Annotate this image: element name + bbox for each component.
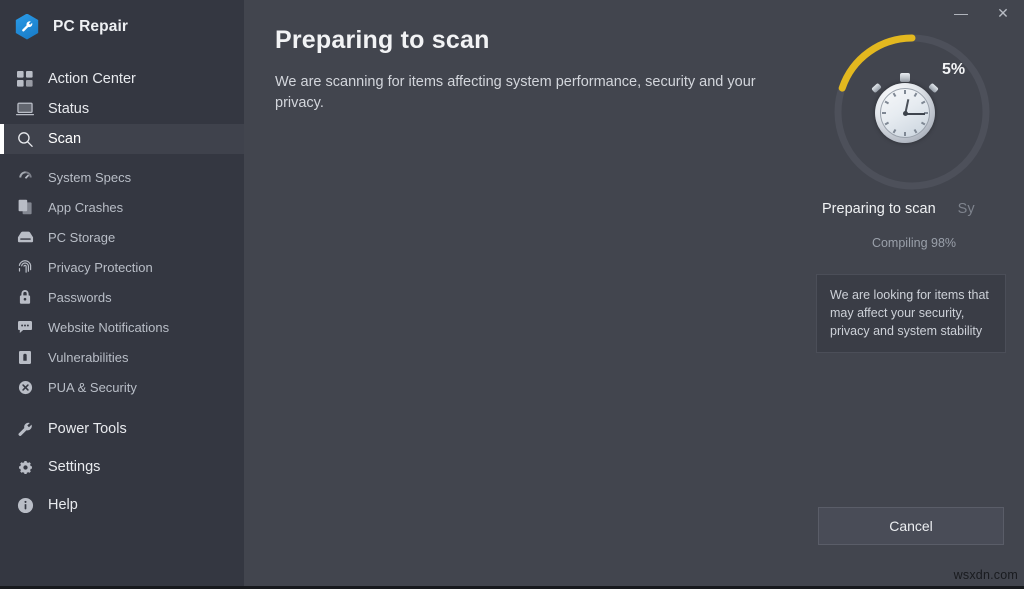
scan-progress: 5% [820, 22, 1008, 202]
scan-status-current: Preparing to scan [822, 201, 936, 217]
sidebar-item-label: Passwords [48, 289, 112, 305]
cancel-button[interactable]: Cancel [818, 507, 1004, 545]
wrench-glyph-icon [14, 14, 40, 40]
grid-squares-icon [14, 71, 36, 87]
page-title: Preparing to scan [275, 26, 490, 54]
stopwatch-crown [900, 73, 910, 82]
sidebar-item-label: Help [48, 497, 78, 513]
sidebar-item-pua-security[interactable]: PUA & Security [0, 372, 244, 402]
sidebar-item-help[interactable]: Help [0, 490, 244, 520]
circle-x-icon [14, 380, 36, 395]
shield-alert-icon [14, 350, 36, 365]
hard-drive-icon [14, 230, 36, 244]
stopwatch-center-pin [903, 111, 908, 116]
sidebar-item-label: App Crashes [48, 199, 124, 215]
sidebar-item-settings[interactable]: Settings [0, 452, 244, 482]
sidebar-item-passwords[interactable]: Passwords [0, 282, 244, 312]
monitor-icon [14, 101, 36, 117]
scan-status-carousel: Preparing to scan Sy [784, 200, 1014, 222]
sidebar-item-power-tools[interactable]: Power Tools [0, 414, 244, 444]
app-logo [14, 13, 41, 41]
main-content: — ✕ Preparing to scan We are scanning fo… [244, 0, 1024, 586]
app-name: PC Repair [53, 18, 128, 35]
copy-pages-icon [14, 199, 36, 215]
gear-icon [14, 459, 36, 476]
sidebar-item-app-crashes[interactable]: App Crashes [0, 192, 244, 222]
sidebar-item-privacy-protection[interactable]: Privacy Protection [0, 252, 244, 282]
sidebar-item-label: Privacy Protection [48, 259, 153, 275]
sidebar-item-label: Power Tools [48, 421, 127, 437]
wrench-icon [14, 421, 36, 438]
sidebar-item-scan[interactable]: Scan [0, 124, 244, 154]
sidebar-item-action-center[interactable]: Action Center [0, 64, 244, 94]
sidebar-item-label: PC Storage [48, 229, 116, 245]
window-controls: — ✕ [934, 0, 1024, 28]
minimize-button[interactable]: — [940, 0, 982, 26]
sidebar: PC Repair Action Center Status Scan Syst… [0, 0, 244, 586]
progress-percent: 5% [942, 61, 966, 78]
close-icon[interactable]: ✕ [982, 0, 1024, 26]
sidebar-item-vulnerabilities[interactable]: Vulnerabilities [0, 342, 244, 372]
scan-substatus: Compiling 98% [871, 236, 957, 250]
sidebar-item-label: Website Notifications [48, 319, 170, 335]
sidebar-item-pc-storage[interactable]: PC Storage [0, 222, 244, 252]
sidebar-item-label: Vulnerabilities [48, 349, 129, 365]
watermark: wsxdn.com [953, 568, 1018, 582]
sidebar-item-label: Settings [48, 459, 101, 475]
sidebar-item-website-notifications[interactable]: Website Notifications [0, 312, 244, 342]
sidebar-item-label: PUA & Security [48, 379, 137, 395]
sidebar-item-label: Status [48, 101, 90, 117]
stopwatch-second-hand [905, 113, 925, 115]
info-circle-icon [14, 497, 36, 514]
scan-info-tooltip: We are looking for items that may affect… [816, 274, 1006, 353]
scan-status-next: Sy [957, 201, 975, 217]
sidebar-item-status[interactable]: Status [0, 94, 244, 124]
stopwatch-icon [869, 70, 941, 144]
sidebar-item-label: Action Center [48, 71, 136, 87]
sidebar-item-system-specs[interactable]: System Specs [0, 162, 244, 192]
stopwatch-button-left [871, 82, 882, 94]
application-window: PC Repair Action Center Status Scan Syst… [0, 0, 1024, 589]
chat-bubble-icon [14, 320, 36, 334]
stopwatch-button-right [928, 82, 939, 94]
app-brand: PC Repair [0, 0, 244, 54]
gauge-icon [14, 170, 36, 185]
page-subtitle: We are scanning for items affecting syst… [275, 74, 756, 111]
sidebar-nav: Action Center Status Scan System Specs A… [0, 64, 244, 520]
sidebar-item-label: Scan [48, 131, 82, 147]
magnifier-icon [14, 131, 36, 148]
sidebar-item-label: System Specs [48, 169, 132, 185]
fingerprint-icon [14, 259, 36, 275]
padlock-icon [14, 289, 36, 305]
